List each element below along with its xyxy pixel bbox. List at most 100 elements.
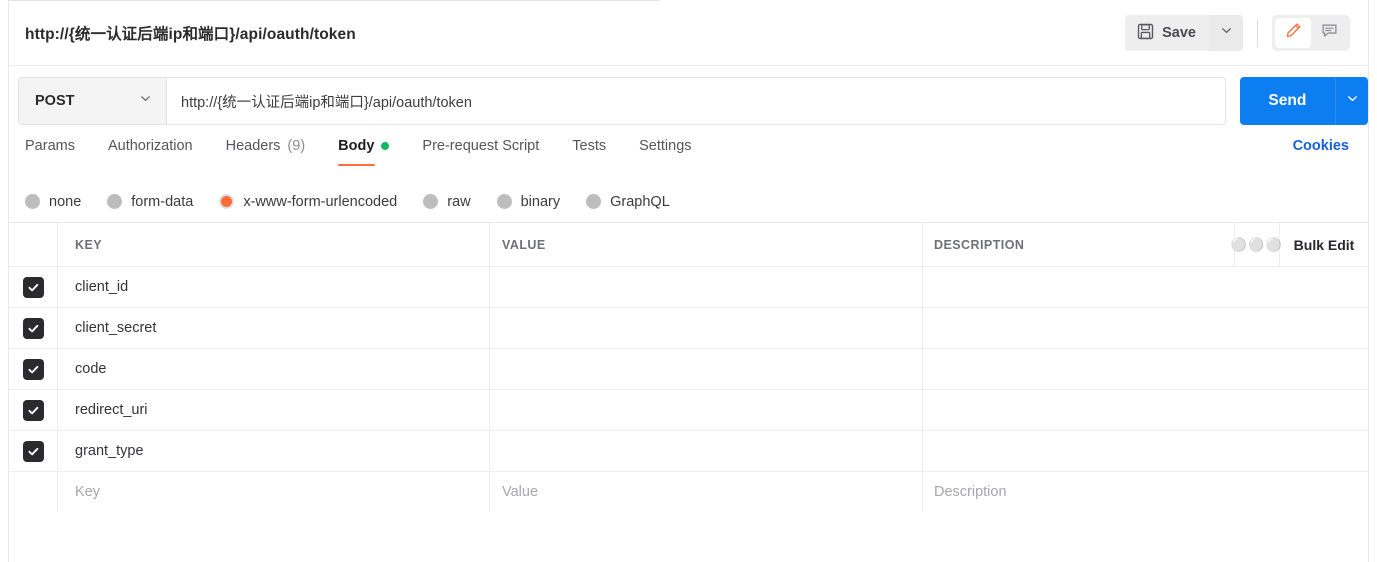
tab-settings[interactable]: Settings	[639, 136, 691, 166]
row-checkbox-cell	[9, 431, 58, 471]
row-checkbox[interactable]	[22, 440, 44, 462]
request-header: http://{统一认证后端ip和端口}/api/oauth/token Sav…	[9, 1, 1368, 66]
bulk-edit-label: Bulk Edit	[1293, 236, 1355, 253]
chevron-down-icon	[139, 92, 152, 110]
row-value-cell[interactable]	[490, 349, 923, 389]
pencil-icon	[1284, 21, 1303, 45]
row-description-cell[interactable]	[923, 431, 1368, 471]
body-type-graphql[interactable]: GraphQL	[586, 194, 670, 210]
row-key-text: client_id	[75, 279, 129, 295]
header-description-cell: DESCRIPTION	[923, 223, 1235, 266]
chevron-down-icon	[1220, 24, 1233, 42]
row-checkbox[interactable]	[22, 399, 44, 421]
url-bar-row: POST http://{统一认证后端ip和端口}/api/oauth/toke…	[9, 66, 1368, 136]
tab-pre-request-script[interactable]: Pre-request Script	[422, 136, 539, 166]
row-checkbox-cell	[9, 349, 58, 389]
http-method-select[interactable]: POST	[19, 78, 167, 124]
row-value-cell[interactable]	[490, 308, 923, 348]
table-empty-area	[9, 512, 1368, 562]
tab-headers[interactable]: Headers (9)	[226, 136, 306, 166]
row-key-cell[interactable]: grant_type	[58, 431, 490, 471]
row-checkbox[interactable]	[22, 276, 44, 298]
body-type-form-data-label: form-data	[131, 193, 194, 210]
radio-icon	[25, 194, 40, 209]
cookies-link[interactable]: Cookies	[1293, 138, 1349, 154]
new-row-key-placeholder: Key	[75, 484, 100, 500]
save-options-caret[interactable]	[1209, 15, 1243, 51]
table-options-button[interactable]: ⚪⚪⚪	[1230, 223, 1282, 266]
save-button-label: Save	[1162, 25, 1196, 41]
tab-body[interactable]: Body	[338, 136, 390, 166]
edit-mode-button[interactable]	[1275, 18, 1311, 48]
send-button[interactable]: Send	[1240, 77, 1336, 125]
row-value-cell[interactable]	[490, 390, 923, 430]
comment-icon	[1320, 21, 1339, 45]
column-header-key: KEY	[75, 237, 103, 252]
radio-icon	[586, 194, 602, 209]
row-value-cell[interactable]	[490, 267, 923, 307]
row-description-cell[interactable]	[923, 390, 1368, 430]
tab-authorization-label: Authorization	[107, 138, 193, 154]
row-key-text: code	[75, 361, 107, 377]
header-value-cell: VALUE	[490, 223, 923, 266]
request-tabs: Params Authorization Headers (9) Body Pr…	[25, 136, 725, 166]
table-row[interactable]: redirect_uri	[9, 390, 1368, 431]
comments-button[interactable]	[1311, 18, 1347, 48]
table-row[interactable]: code	[9, 349, 1368, 390]
row-key-text: grant_type	[75, 443, 144, 459]
send-options-caret[interactable]	[1335, 77, 1368, 125]
tab-tests-label: Tests	[572, 138, 607, 154]
row-checkbox-cell	[9, 308, 58, 348]
body-has-content-dot	[381, 142, 390, 150]
body-type-binary[interactable]: binary	[496, 194, 560, 210]
new-row-checkbox-cell	[9, 472, 58, 512]
row-value-cell[interactable]	[490, 431, 923, 471]
row-description-cell[interactable]	[923, 308, 1368, 348]
tab-params-label: Params	[25, 138, 75, 154]
row-key-cell[interactable]: code	[58, 349, 490, 389]
table-new-row[interactable]: Key Value Description	[9, 472, 1368, 513]
table-row[interactable]: client_secret	[9, 308, 1368, 349]
body-type-raw[interactable]: raw	[423, 193, 471, 210]
radio-icon	[107, 194, 123, 209]
save-button[interactable]: Save	[1125, 15, 1209, 51]
body-type-none[interactable]: none	[25, 194, 81, 210]
view-toggle-group	[1272, 15, 1350, 51]
body-type-x-www-form-urlencoded[interactable]: x-www-form-urlencoded	[219, 194, 397, 210]
urlencoded-params-table: KEY VALUE DESCRIPTION ⚪⚪⚪ Bulk Edit clie…	[9, 222, 1368, 513]
bulk-edit-button[interactable]: Bulk Edit	[1280, 223, 1368, 266]
body-type-raw-label: raw	[447, 193, 471, 210]
new-row-value-cell[interactable]: Value	[490, 472, 923, 512]
row-checkbox[interactable]	[22, 358, 44, 380]
column-header-description: DESCRIPTION	[934, 237, 1025, 252]
tab-settings-label: Settings	[639, 138, 692, 154]
row-description-cell[interactable]	[923, 349, 1368, 389]
tab-tests[interactable]: Tests	[572, 136, 606, 166]
url-bar: POST http://{统一认证后端ip和端口}/api/oauth/toke…	[18, 77, 1226, 125]
save-button-group: Save	[1125, 15, 1243, 51]
row-key-text: redirect_uri	[75, 402, 148, 418]
new-row-key-cell[interactable]: Key	[58, 472, 490, 512]
new-row-value-placeholder: Value	[502, 484, 539, 500]
row-key-text: client_secret	[75, 320, 157, 336]
radio-selected-icon	[219, 194, 235, 209]
body-type-radio-group: none form-data x-www-form-urlencoded raw…	[9, 181, 1368, 222]
body-type-form-data[interactable]: form-data	[107, 194, 193, 210]
body-type-none-label: none	[49, 193, 82, 210]
row-key-cell[interactable]: redirect_uri	[58, 390, 490, 430]
new-row-description-cell[interactable]: Description	[923, 472, 1368, 512]
tab-authorization[interactable]: Authorization	[108, 136, 193, 166]
request-tabs-row: Params Authorization Headers (9) Body Pr…	[9, 136, 1368, 174]
tab-params[interactable]: Params	[25, 136, 75, 166]
url-input[interactable]: http://{统一认证后端ip和端口}/api/oauth/token	[167, 78, 1225, 124]
row-key-cell[interactable]: client_id	[58, 267, 490, 307]
chevron-down-icon	[1346, 92, 1359, 110]
row-description-cell[interactable]	[923, 267, 1368, 307]
tab-body-label: Body	[338, 138, 375, 154]
table-row[interactable]: grant_type	[9, 431, 1368, 472]
header-actions: Save	[1125, 15, 1350, 51]
table-row[interactable]: client_id	[9, 267, 1368, 308]
row-key-cell[interactable]: client_secret	[58, 308, 490, 348]
row-checkbox[interactable]	[22, 317, 44, 339]
column-header-value: VALUE	[502, 237, 546, 252]
